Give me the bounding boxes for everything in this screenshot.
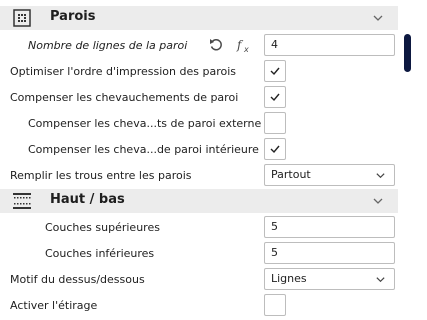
ironing-label: Activer l'étirage [10,299,98,312]
chevron-down-icon [376,277,385,283]
walls-section-title: Parois [50,9,96,24]
top-bottom-section-title: Haut / bas [50,192,125,207]
bottom-layers-label: Couches inférieures [45,247,155,260]
top-layers-input[interactable]: 5 [264,216,395,238]
top-bottom-pattern-value: Lignes [271,272,307,285]
svg-text:f: f [236,38,244,52]
chevron-down-icon[interactable] [372,195,384,207]
reset-icon[interactable] [208,36,224,54]
top-bottom-pattern-select[interactable]: Lignes [264,268,395,290]
compensate-outer-checkbox[interactable] [264,112,286,134]
compensate-overlaps-label: Compenser les chevauchements de paroi [10,91,239,104]
svg-text:x: x [243,45,249,53]
walls-grid-icon [11,8,33,28]
chevron-down-icon[interactable] [372,12,384,24]
optimize-order-label: Optimiser l'ordre d'impression des paroi… [10,65,236,78]
scrollbar-thumb[interactable] [404,34,411,72]
chevron-down-icon [376,173,385,179]
top-layers-label: Couches supérieures [45,221,160,234]
checkmark-icon [270,145,280,154]
top-bottom-pattern-label: Motif du dessus/dessous [10,273,145,286]
checkmark-icon [270,93,280,102]
wall-line-count-input[interactable]: 4 [264,34,395,56]
top-bottom-section-header[interactable]: Haut / bas [0,189,398,213]
bottom-layers-input[interactable]: 5 [264,242,395,264]
fill-gaps-select[interactable]: Partout [264,164,395,186]
settings-panel: Parois Nombre de lignes de la paroi f x … [0,0,398,320]
fill-gaps-label: Remplir les trous entre les parois [10,169,192,182]
checkmark-icon [270,67,280,76]
ironing-checkbox[interactable] [264,294,286,316]
compensate-inner-label: Compenser les cheva...de paroi intérieur… [28,143,259,156]
optimize-order-checkbox[interactable] [264,60,286,82]
wall-line-count-label: Nombre de lignes de la paroi [28,39,188,52]
fill-gaps-value: Partout [271,168,311,181]
compensate-overlaps-checkbox[interactable] [264,86,286,108]
compensate-inner-checkbox[interactable] [264,138,286,160]
walls-section-header[interactable]: Parois [0,6,398,30]
compensate-outer-label: Compenser les cheva...ts de paroi extern… [28,117,262,130]
top-bottom-icon [11,191,33,211]
function-icon[interactable]: f x [236,36,252,54]
